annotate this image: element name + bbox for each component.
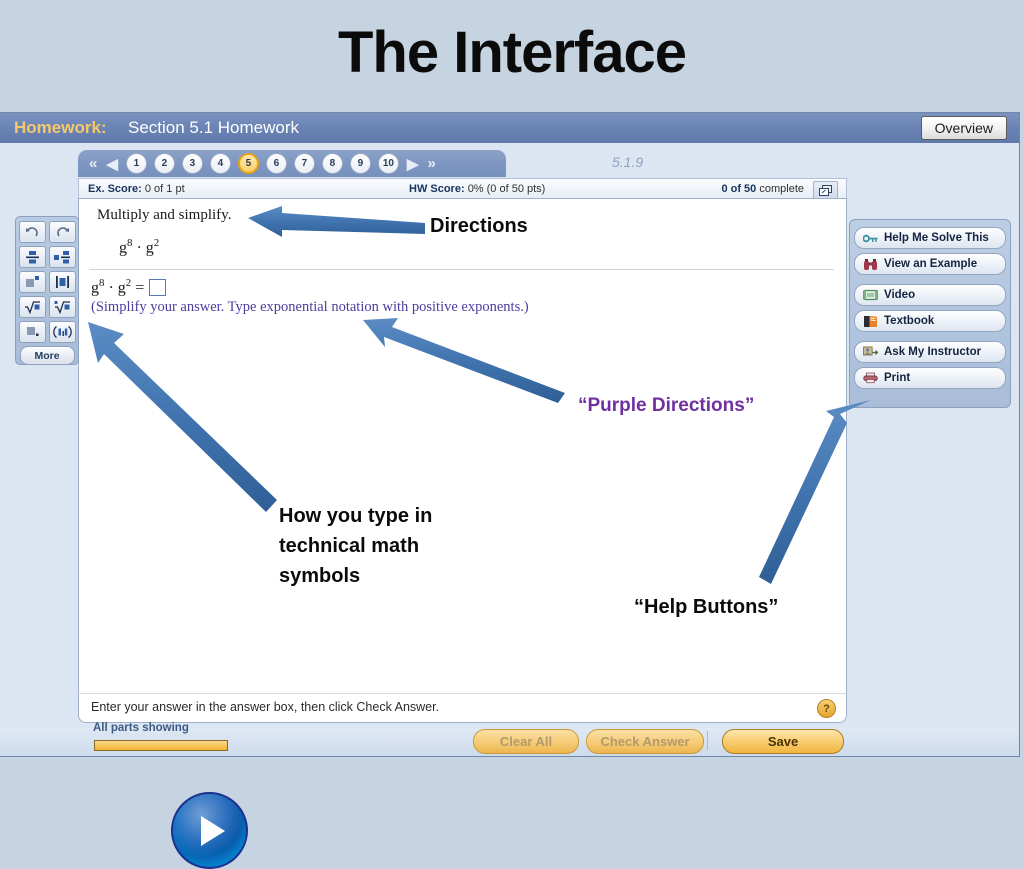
assignment-title: Section 5.1 Homework bbox=[128, 118, 300, 137]
help-button-label: Ask My Instructor bbox=[884, 346, 982, 358]
exercise-score-label: Ex. Score: bbox=[88, 183, 142, 195]
fraction-icon[interactable] bbox=[18, 246, 46, 268]
last-exercise-icon[interactable]: » bbox=[424, 155, 438, 172]
check-answer-button[interactable]: Check Answer bbox=[586, 729, 704, 754]
exercise-score: Ex. Score: 0 of 1 pt bbox=[88, 183, 185, 195]
annotation-help-buttons: “Help Buttons” bbox=[634, 596, 779, 618]
next-exercise-icon[interactable]: ▶ bbox=[404, 155, 422, 173]
help-button-label: Video bbox=[884, 289, 916, 301]
square-root-icon[interactable] bbox=[18, 296, 46, 318]
printer-icon bbox=[863, 371, 878, 385]
parts-progress-bar bbox=[94, 740, 228, 751]
previous-exercise-icon[interactable]: ◀ bbox=[103, 155, 121, 173]
help-button-label: Textbook bbox=[884, 315, 935, 327]
exercise-number-active[interactable]: 5 bbox=[237, 153, 259, 174]
page-title: The Interface bbox=[338, 20, 687, 85]
clear-all-button[interactable]: Clear All bbox=[473, 729, 579, 754]
exercise-score-value: 0 of 1 pt bbox=[144, 183, 185, 195]
help-button-label: View an Example bbox=[884, 258, 978, 270]
score-bar: Ex. Score: 0 of 1 pt HW Score: 0% (0 of … bbox=[78, 178, 847, 200]
overview-button[interactable]: Overview bbox=[920, 116, 1007, 140]
homework-score-label: HW Score: bbox=[409, 183, 465, 195]
exercise-number[interactable]: 3 bbox=[181, 153, 203, 174]
play-button-icon[interactable] bbox=[171, 792, 248, 869]
homework-score-value: 0% (0 of 50 pts) bbox=[467, 183, 546, 195]
completion-status: 0 of 50 complete bbox=[721, 183, 804, 195]
completion-value: 0 of 50 bbox=[721, 183, 757, 195]
view-an-example-button[interactable]: View an Example bbox=[854, 253, 1006, 275]
math-symbol-palette: More bbox=[15, 216, 79, 365]
absolute-value-icon[interactable] bbox=[48, 271, 76, 293]
parts-showing-label: All parts showing bbox=[93, 722, 189, 734]
palette-row bbox=[16, 271, 78, 293]
problem-directions: Multiply and simplify. bbox=[97, 207, 232, 223]
palette-row bbox=[16, 246, 78, 268]
exercise-number[interactable]: 4 bbox=[209, 153, 231, 174]
homework-label: Homework: bbox=[14, 118, 107, 137]
binoculars-icon bbox=[863, 257, 878, 271]
textbook-button[interactable]: Textbook bbox=[854, 310, 1006, 332]
interval-icon[interactable] bbox=[48, 321, 76, 343]
help-buttons-panel: Help Me Solve This View an Example Video… bbox=[849, 219, 1011, 408]
purple-directions: (Simplify your answer. Type exponential … bbox=[91, 299, 529, 315]
exponent-icon[interactable] bbox=[18, 271, 46, 293]
instructor-icon bbox=[863, 345, 878, 359]
print-button[interactable]: Print bbox=[854, 367, 1006, 389]
mixed-number-icon[interactable] bbox=[48, 246, 76, 268]
palette-row bbox=[16, 221, 78, 243]
question-mark-icon[interactable]: ? bbox=[817, 699, 836, 718]
annotation-directions: Directions bbox=[430, 215, 528, 237]
palette-row bbox=[16, 296, 78, 318]
completion-label: complete bbox=[759, 183, 804, 195]
first-exercise-icon[interactable]: « bbox=[86, 155, 100, 172]
divider bbox=[707, 731, 708, 750]
exercise-number[interactable]: 10 bbox=[377, 153, 399, 174]
decimal-icon[interactable] bbox=[18, 321, 46, 343]
instruction-bar: Enter your answer in the answer box, the… bbox=[78, 693, 847, 723]
problem-expression: g8 · g2 bbox=[119, 237, 160, 257]
divider bbox=[89, 269, 834, 270]
help-button-label: Print bbox=[884, 372, 911, 384]
key-icon bbox=[863, 231, 878, 245]
annotation-purple-directions: “Purple Directions” bbox=[578, 395, 755, 416]
video-button[interactable]: Video bbox=[854, 284, 1006, 306]
answer-expression: g8 · g2 = bbox=[91, 277, 145, 297]
annotation-typing-math: How you type in technical math symbols bbox=[279, 505, 433, 587]
instruction-text: Enter your answer in the answer box, the… bbox=[91, 700, 440, 714]
homework-score: HW Score: 0% (0 of 50 pts) bbox=[409, 183, 545, 195]
exercise-navigation: « ◀ 1 2 3 4 5 6 7 8 9 10 ▶ » bbox=[78, 150, 506, 177]
answer-input[interactable] bbox=[149, 278, 167, 296]
exercise-number[interactable]: 8 bbox=[321, 153, 343, 174]
answer-line: g8 · g2 = bbox=[91, 277, 167, 297]
book-icon bbox=[863, 314, 878, 328]
palette-row bbox=[16, 321, 78, 343]
exercise-number[interactable]: 1 bbox=[125, 153, 147, 174]
redo-icon[interactable] bbox=[48, 221, 76, 243]
exercise-version-label: 5.1.9 bbox=[612, 154, 644, 170]
ask-my-instructor-button[interactable]: Ask My Instructor bbox=[854, 341, 1006, 363]
undo-icon[interactable] bbox=[18, 221, 46, 243]
exercise-number[interactable]: 9 bbox=[349, 153, 371, 174]
help-button-label: Help Me Solve This bbox=[884, 232, 989, 244]
problem-panel: Multiply and simplify. g8 · g2 g8 · g2 =… bbox=[78, 198, 847, 869]
filmstrip-icon bbox=[863, 288, 878, 302]
help-me-solve-this-button[interactable]: Help Me Solve This bbox=[854, 227, 1006, 249]
nth-root-icon[interactable] bbox=[48, 296, 76, 318]
play-triangle bbox=[201, 815, 225, 846]
exercise-number[interactable]: 7 bbox=[293, 153, 315, 174]
more-symbols-button[interactable]: More bbox=[19, 346, 75, 365]
save-button[interactable]: Save bbox=[722, 729, 844, 754]
window-titlebar: Homework: Section 5.1 Homework Overview bbox=[0, 113, 1019, 144]
exercise-number[interactable]: 6 bbox=[265, 153, 287, 174]
exercise-number[interactable]: 2 bbox=[153, 153, 175, 174]
